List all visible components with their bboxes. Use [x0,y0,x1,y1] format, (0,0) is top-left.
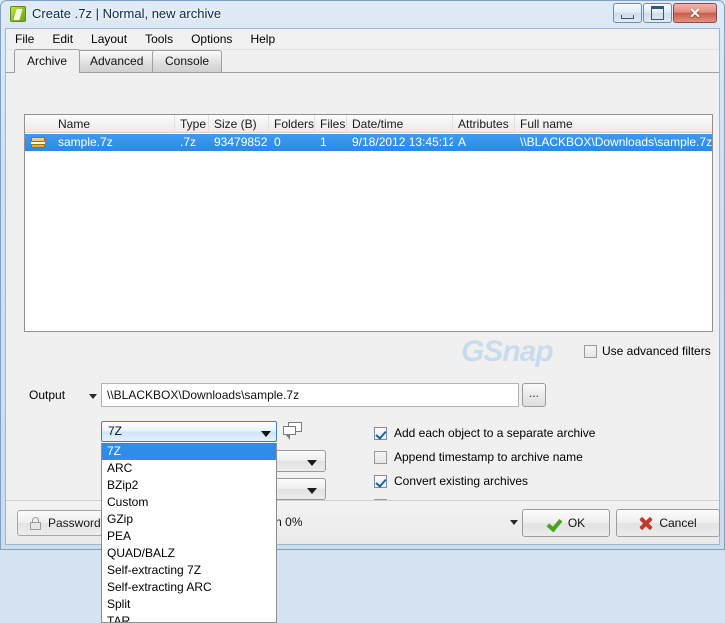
option-append-timestamp-checkbox[interactable] [374,450,387,464]
use-advanced-filters-checkbox[interactable] [584,344,597,358]
chevron-down-icon[interactable] [257,423,275,440]
output-path-input[interactable]: \\BLACKBOX\Downloads\sample.7z [101,383,519,407]
tab-advanced[interactable]: Advanced [77,50,157,73]
column-header-folders[interactable]: Folders [269,115,315,133]
option-add-each-object-label: Add each object to a separate archive [394,426,596,440]
output-history-chevron-down-icon[interactable] [89,394,97,399]
format-option-custom[interactable]: Custom [102,494,276,511]
archive-format-value: 7Z [108,424,123,438]
format-option-gzip[interactable]: GZip [102,511,276,528]
menu-item-file[interactable]: File [6,30,43,48]
menu-item-options[interactable]: Options [182,30,241,48]
tab-archive[interactable]: Archive [14,49,81,73]
chevron-down-icon [307,460,317,466]
option-add-each-object-row[interactable]: Add each object to a separate archive [374,421,704,445]
file-list-header: Name Type Size (B) Folders Files Date/ti… [25,115,712,133]
cell-attributes: A [458,135,467,149]
status-chevron-down-icon[interactable] [510,520,518,525]
cell-files: 1 [320,135,327,149]
option-append-timestamp-label: Append timestamp to archive name [394,450,583,464]
password-button-label: Password [48,516,101,530]
maximize-button[interactable] [643,3,672,23]
menu-item-tools[interactable]: Tools [136,30,182,48]
checkmark-icon [547,517,561,529]
format-option-tar[interactable]: TAR [102,613,276,622]
archive-tab-panel: GSnap Name Type Size (B) Folders Files D… [6,73,720,623]
cancel-button[interactable]: Cancel [616,509,720,537]
cancel-button-label: Cancel [659,516,697,530]
minimize-icon [614,4,641,22]
close-icon: ✕ [689,4,701,21]
archive-icon [31,137,45,148]
cross-icon [639,517,652,530]
menu-bar: File Edit Layout Tools Options Help [6,29,719,50]
format-option-self-extracting-arc[interactable]: Self-extracting ARC [102,579,276,596]
tab-console[interactable]: Console [152,50,223,73]
output-browse-button[interactable]: ... [522,383,546,407]
option-convert-existing-label: Convert existing archives [394,474,529,488]
menu-item-help[interactable]: Help [241,30,284,48]
output-label: Output [29,388,66,402]
cell-size: 93479852 [214,135,268,149]
table-row[interactable]: sample.7z .7z 93479852 0 1 9/18/2012 13:… [25,134,712,151]
format-option-arc[interactable]: ARC [102,460,276,477]
use-advanced-filters-label: Use advanced filters [602,344,711,358]
cell-name: sample.7z [58,135,113,149]
format-option-bzip2[interactable]: BZip2 [102,477,276,494]
output-row: Output \\BLACKBOX\Downloads\sample.7z ..… [6,383,719,409]
column-header-fullname[interactable]: Full name [515,115,712,133]
file-list[interactable]: Name Type Size (B) Folders Files Date/ti… [24,114,713,332]
column-header-attributes[interactable]: Attributes [453,115,515,133]
cell-folders: 0 [274,135,281,149]
column-header-name[interactable]: Name [53,115,175,133]
window-title: Create .7z | Normal, new archive [32,6,222,21]
chevron-down-icon [307,488,317,494]
format-option-quad-balz[interactable]: QUAD/BALZ [102,545,276,562]
application-window: Create .7z | Normal, new archive ✕ File … [0,0,725,623]
column-header-size[interactable]: Size (B) [209,115,269,133]
cell-type: .7z [180,135,197,149]
column-header-files[interactable]: Files [315,115,347,133]
cell-fullname: \\BLACKBOX\Downloads\sample.7z [520,135,712,149]
column-header-type[interactable]: Type [175,115,209,133]
format-option-self-extracting-7z[interactable]: Self-extracting 7Z [102,562,276,579]
minimize-button[interactable] [613,3,642,23]
lock-icon [30,516,41,530]
option-convert-existing-row[interactable]: Convert existing archives [374,469,704,493]
tab-strip: Archive Advanced Console [6,49,719,73]
ok-button-label: OK [567,516,586,530]
format-option-split[interactable]: Split [102,596,276,613]
ok-button[interactable]: OK [522,509,610,537]
close-button[interactable]: ✕ [673,3,717,23]
menu-item-layout[interactable]: Layout [82,30,136,48]
comment-icon[interactable] [283,422,303,440]
title-bar[interactable]: Create .7z | Normal, new archive ✕ [1,1,725,28]
window-client-area: File Edit Layout Tools Options Help Arch… [5,28,720,623]
cell-datetime: 9/18/2012 13:45:12 [352,135,453,149]
option-convert-existing-checkbox[interactable] [374,474,387,488]
peazip-icon [10,6,26,22]
format-option-pea[interactable]: PEA [102,528,276,545]
format-option-7z[interactable]: 7Z [102,443,276,460]
option-append-timestamp-row[interactable]: Append timestamp to archive name [374,445,704,469]
use-advanced-filters-row[interactable]: Use advanced filters [584,343,711,359]
column-header-icon[interactable] [25,115,53,133]
maximize-icon [644,4,671,22]
option-add-each-object-checkbox[interactable] [374,426,387,440]
column-header-datetime[interactable]: Date/time [347,115,453,133]
archive-format-combo[interactable]: 7Z [101,421,277,442]
archive-format-dropdown-list[interactable]: 7Z ARC BZip2 Custom GZip PEA QUAD/BALZ S… [101,443,277,623]
menu-item-edit[interactable]: Edit [43,30,82,48]
